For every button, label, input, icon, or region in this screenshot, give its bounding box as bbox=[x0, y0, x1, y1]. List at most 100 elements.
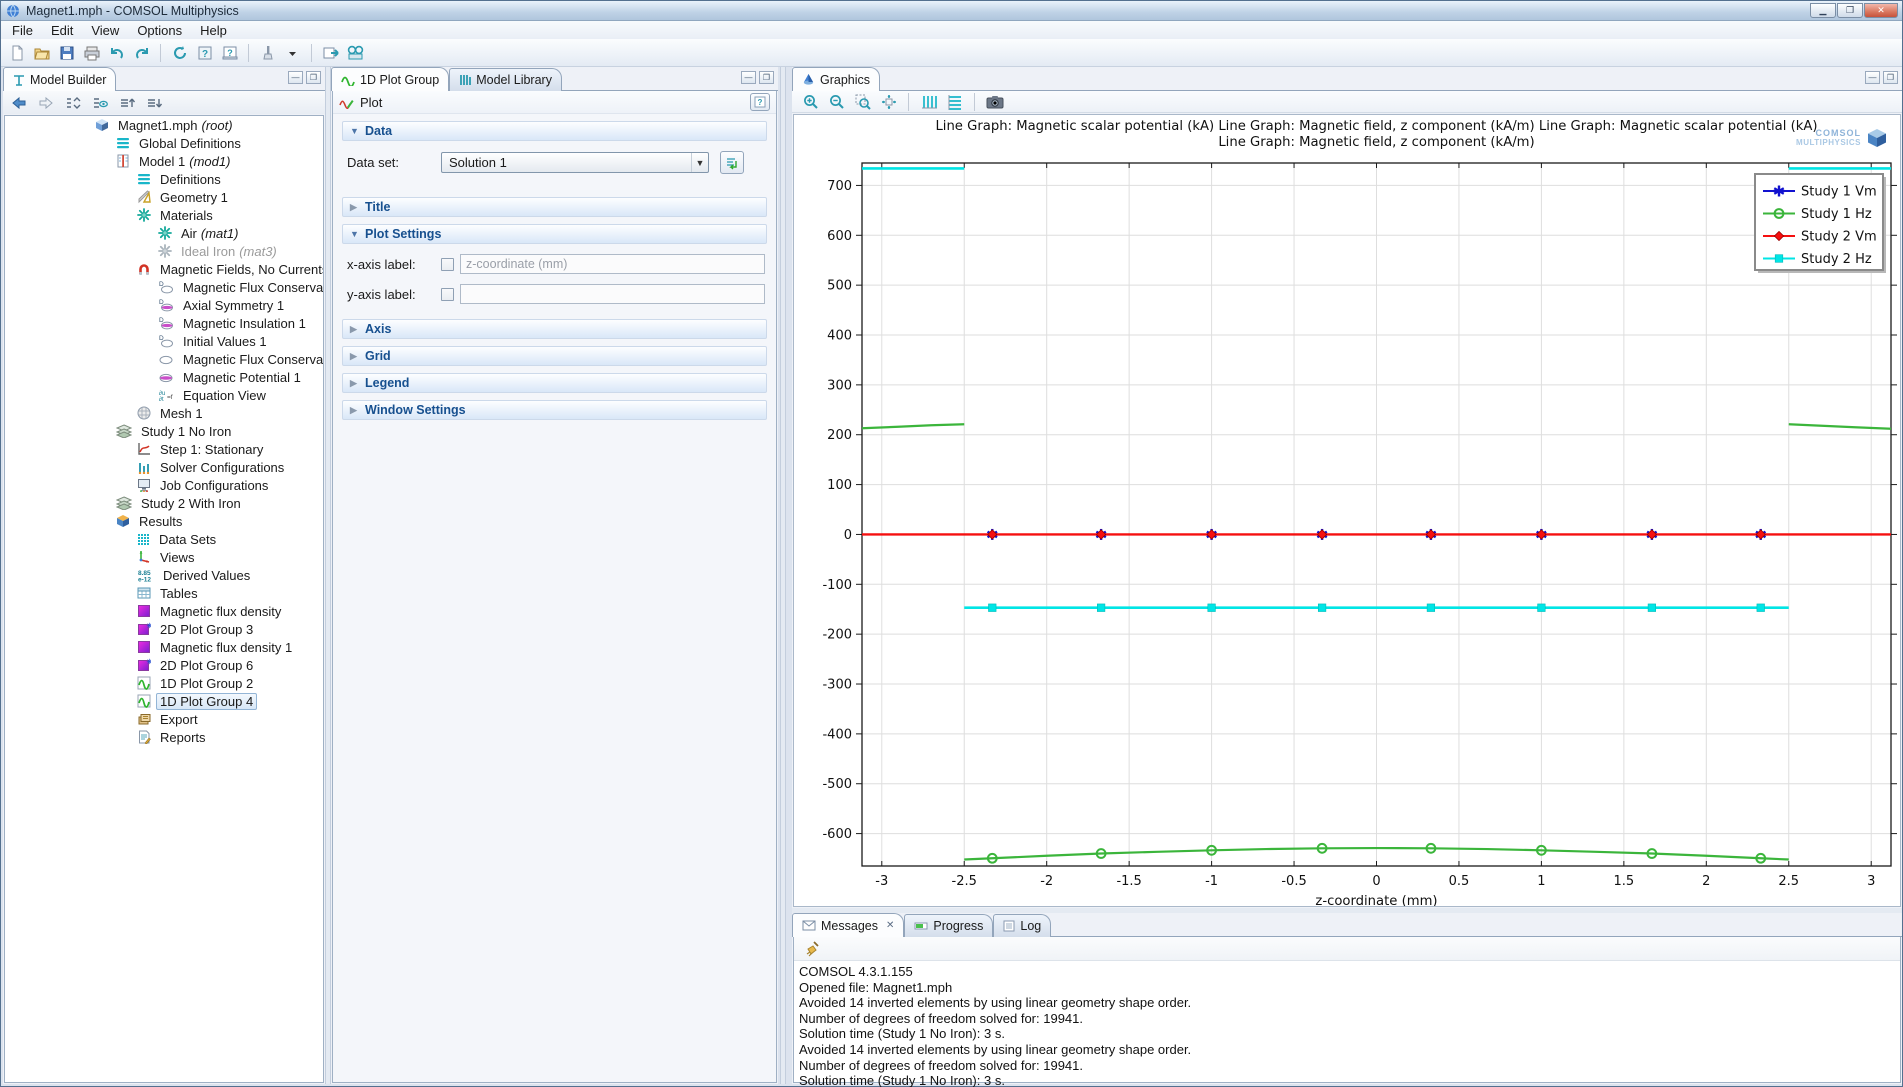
tab-progress[interactable]: Progress bbox=[904, 914, 993, 937]
grid-y-button[interactable] bbox=[943, 90, 966, 113]
refresh-solution-button[interactable] bbox=[720, 151, 744, 174]
section-axis[interactable]: ▶ Axis bbox=[342, 319, 767, 339]
menu-help[interactable]: Help bbox=[191, 22, 236, 39]
refresh-button[interactable] bbox=[168, 41, 191, 64]
tree-item-magnetic-flux-density[interactable]: Magnetic flux density bbox=[5, 602, 323, 620]
tree-item-2d-plot-group-3[interactable]: ✳ 2D Plot Group 3 bbox=[5, 620, 323, 638]
tree-item-reports[interactable]: Reports bbox=[5, 728, 323, 746]
move-up-button[interactable] bbox=[115, 91, 138, 114]
brush-button[interactable] bbox=[256, 41, 279, 64]
tree-item-views[interactable]: Views bbox=[5, 548, 323, 566]
close-tab-icon[interactable]: ✕ bbox=[886, 920, 894, 931]
tree-item-ideal-iron[interactable]: Ideal Iron(mat3) bbox=[5, 242, 323, 260]
tree-item-study-2-with-iron[interactable]: Study 2 With Iron bbox=[5, 494, 323, 512]
tree-item-materials[interactable]: Materials bbox=[5, 206, 323, 224]
tree-item-axial-symmetry-1[interactable]: D Axial Symmetry 1 bbox=[5, 296, 323, 314]
export-image-button[interactable] bbox=[319, 41, 342, 64]
tree-item-data-sets[interactable]: Data Sets bbox=[5, 530, 323, 548]
maximize-button[interactable]: ❐ bbox=[1837, 3, 1863, 18]
section-title[interactable]: ▶ Title bbox=[342, 197, 767, 217]
zoom-out-button[interactable] bbox=[825, 90, 848, 113]
tab-messages[interactable]: Messages ✕ bbox=[792, 913, 904, 937]
sash-right[interactable] bbox=[780, 67, 786, 1084]
panel-minimize-icon[interactable]: — bbox=[1865, 71, 1880, 84]
new-button[interactable] bbox=[5, 41, 28, 64]
tree-item-magnetic-flux-density-1[interactable]: Magnetic flux density 1 bbox=[5, 638, 323, 656]
movie-button[interactable] bbox=[344, 41, 367, 64]
forward-button[interactable] bbox=[34, 91, 57, 114]
section-plot-settings[interactable]: ▼ Plot Settings bbox=[342, 224, 767, 244]
plot-canvas[interactable]: COMSOL MULTIPHYSICS Line Graph: Magnetic… bbox=[793, 114, 1901, 907]
zoom-extents-button[interactable] bbox=[877, 90, 900, 113]
save-button[interactable] bbox=[55, 41, 78, 64]
show-button[interactable] bbox=[88, 91, 111, 114]
x-axis-input[interactable] bbox=[460, 254, 765, 274]
print-button[interactable] bbox=[80, 41, 103, 64]
tree-item-export[interactable]: Export bbox=[5, 710, 323, 728]
redo-button[interactable] bbox=[130, 41, 153, 64]
tree-item-study-1-no-iron[interactable]: Study 1 No Iron bbox=[5, 422, 323, 440]
section-data[interactable]: ▼ Data bbox=[342, 121, 767, 141]
section-grid[interactable]: ▶ Grid bbox=[342, 346, 767, 366]
open-button[interactable] bbox=[30, 41, 53, 64]
help-book-button[interactable]: ? bbox=[193, 41, 216, 64]
collapse-all-button[interactable] bbox=[61, 91, 84, 114]
tree-item-magnetic-flux-conservation-1[interactable]: D Magnetic Flux Conservation 1 bbox=[5, 278, 323, 296]
tab-model-library[interactable]: Model Library bbox=[449, 68, 562, 91]
help-button[interactable]: ? bbox=[750, 93, 770, 111]
tree-item-solver-configurations[interactable]: Solver Configurations bbox=[5, 458, 323, 476]
section-legend[interactable]: ▶ Legend bbox=[342, 373, 767, 393]
tree-item-1d-plot-group-4[interactable]: 1D Plot Group 4 bbox=[5, 692, 323, 710]
menu-options[interactable]: Options bbox=[128, 22, 191, 39]
help-button[interactable]: ? bbox=[218, 41, 241, 64]
x-axis-checkbox[interactable] bbox=[441, 258, 454, 271]
panel-maximize-icon[interactable]: ❐ bbox=[759, 71, 774, 84]
tree-item-equation-view[interactable]: ∂u∂t=f Equation View bbox=[5, 386, 323, 404]
tree-item-magnetic-insulation-1[interactable]: D Magnetic Insulation 1 bbox=[5, 314, 323, 332]
panel-minimize-icon[interactable]: — bbox=[741, 71, 756, 84]
zoom-in-button[interactable] bbox=[799, 90, 822, 113]
tree-item-step-1-stationary[interactable]: Step 1: Stationary bbox=[5, 440, 323, 458]
menu-edit[interactable]: Edit bbox=[42, 22, 82, 39]
panel-maximize-icon[interactable]: ❐ bbox=[306, 71, 321, 84]
back-button[interactable] bbox=[7, 91, 30, 114]
tab-graphics[interactable]: Graphics bbox=[792, 67, 880, 91]
zoom-box-button[interactable] bbox=[851, 90, 874, 113]
tree-item-air[interactable]: Air(mat1) bbox=[5, 224, 323, 242]
tree-item-1d-plot-group-2[interactable]: 1D Plot Group 2 bbox=[5, 674, 323, 692]
dropdown-arrow-button[interactable] bbox=[281, 41, 304, 64]
move-down-button[interactable] bbox=[142, 91, 165, 114]
tree-item-magnetic-fields-no-currents[interactable]: Magnetic Fields, No Currents(mfnc) bbox=[5, 260, 323, 278]
menu-file[interactable]: File bbox=[3, 22, 42, 39]
tree-item-initial-values-1[interactable]: D Initial Values 1 bbox=[5, 332, 323, 350]
tree-item-magnet1-mph[interactable]: Magnet1.mph(root) bbox=[5, 116, 323, 134]
tree-item-job-configurations[interactable]: Job Configurations bbox=[5, 476, 323, 494]
close-button[interactable]: ✕ bbox=[1864, 3, 1898, 18]
tree-item-model-1[interactable]: Model 1(mod1) bbox=[5, 152, 323, 170]
y-axis-checkbox[interactable] bbox=[441, 288, 454, 301]
panel-maximize-icon[interactable]: ❐ bbox=[1883, 71, 1898, 84]
tree-item-magnetic-potential-1[interactable]: Magnetic Potential 1 bbox=[5, 368, 323, 386]
tree-item-geometry-1[interactable]: Geometry 1 bbox=[5, 188, 323, 206]
tree-item-derived-values[interactable]: 8.85e-12 Derived Values bbox=[5, 566, 323, 584]
tab-model-builder[interactable]: Model Builder bbox=[3, 67, 116, 91]
undo-button[interactable] bbox=[105, 41, 128, 64]
tree-item-mesh-1[interactable]: Mesh 1 bbox=[5, 404, 323, 422]
menu-view[interactable]: View bbox=[82, 22, 128, 39]
broom-button[interactable] bbox=[800, 937, 823, 960]
snapshot-button[interactable] bbox=[983, 90, 1006, 113]
panel-minimize-icon[interactable]: — bbox=[288, 71, 303, 84]
tab-1d-plot-group[interactable]: 1D Plot Group bbox=[331, 67, 449, 91]
y-axis-input[interactable] bbox=[460, 284, 765, 304]
minimize-button[interactable]: ▁ bbox=[1810, 3, 1836, 18]
data-set-select[interactable]: Solution 1 ▼ bbox=[441, 152, 709, 173]
tree-item-tables[interactable]: Tables bbox=[5, 584, 323, 602]
tree-item-2d-plot-group-6[interactable]: ✳ 2D Plot Group 6 bbox=[5, 656, 323, 674]
tree-item-definitions[interactable]: Definitions bbox=[5, 170, 323, 188]
tree-item-global-definitions[interactable]: Global Definitions bbox=[5, 134, 323, 152]
tab-log[interactable]: Log bbox=[993, 914, 1051, 937]
tree-item-results[interactable]: Results bbox=[5, 512, 323, 530]
tree-item-magnetic-flux-conservation-2[interactable]: Magnetic Flux Conservation 2 bbox=[5, 350, 323, 368]
grid-x-button[interactable] bbox=[917, 90, 940, 113]
section-window-settings[interactable]: ▶ Window Settings bbox=[342, 400, 767, 420]
